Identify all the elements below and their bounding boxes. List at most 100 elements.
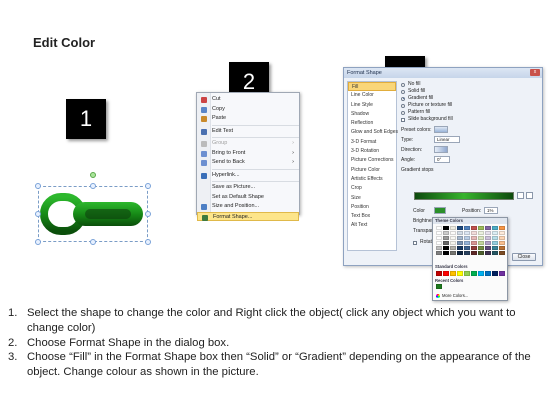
color-swatch[interactable] [470,250,478,256]
color-swatch[interactable] [477,235,485,241]
color-swatch[interactable] [477,250,485,256]
color-swatch[interactable] [449,226,457,231]
nav-item-3-d-rotation[interactable]: 3-D Rotation [348,147,396,156]
dialog-close-button[interactable]: x [530,69,540,76]
color-swatch[interactable] [498,240,506,246]
color-swatch[interactable] [491,250,499,256]
direction-dropdown[interactable] [434,146,448,153]
color-swatch[interactable] [436,250,443,256]
color-swatch[interactable] [456,230,464,236]
fill-option-gradient-fill[interactable]: Gradient fill [400,95,540,102]
color-swatch[interactable] [470,226,478,231]
nav-item-artistic-effects[interactable]: Artistic Effects [348,175,396,184]
color-swatch[interactable] [498,245,506,251]
color-swatch[interactable] [436,230,443,236]
color-swatch[interactable] [449,250,457,256]
color-swatch[interactable] [470,235,478,241]
color-swatch[interactable] [463,235,471,241]
color-swatch[interactable] [477,245,485,251]
standard-color-swatch[interactable] [491,271,499,276]
fill-option-pattern-fill[interactable]: Pattern fill [400,109,540,116]
standard-color-swatch[interactable] [463,271,471,276]
remove-stop-button[interactable] [526,192,533,199]
resize-handle-tr[interactable] [145,183,151,189]
color-swatch[interactable] [436,245,443,251]
menu-item-hyperlink[interactable]: Hyperlink... [197,171,299,181]
standard-color-swatch[interactable] [442,271,450,276]
color-swatch[interactable] [463,245,471,251]
standard-color-swatch[interactable] [477,271,485,276]
color-swatch[interactable] [442,240,450,246]
color-picker-button[interactable] [434,207,446,214]
color-swatch[interactable] [477,240,485,246]
nav-item-picture-corrections[interactable]: Picture Corrections [348,156,396,165]
color-swatch[interactable] [491,240,499,246]
recent-color-swatch[interactable] [436,284,443,289]
fill-option-picture-or-texture-fill[interactable]: Picture or texture fill [400,102,540,109]
standard-color-swatch[interactable] [456,271,464,276]
fill-option-solid-fill[interactable]: Solid fill [400,88,540,95]
color-swatch[interactable] [484,240,492,246]
fill-option-slide-background-fill[interactable]: Slide background fill [400,116,540,123]
color-swatch[interactable] [477,226,485,231]
color-swatch[interactable] [470,230,478,236]
resize-handle-bl[interactable] [35,239,41,245]
nav-item-3-d-format[interactable]: 3-D Format [348,138,396,147]
color-swatch[interactable] [436,240,443,246]
color-swatch[interactable] [449,230,457,236]
standard-color-swatch[interactable] [449,271,457,276]
color-swatch[interactable] [484,250,492,256]
color-swatch[interactable] [477,230,485,236]
resize-handle-tl[interactable] [35,183,41,189]
menu-item-bring-to-front[interactable]: Bring to Front › [197,149,299,159]
color-swatch[interactable] [442,245,450,251]
gradient-bar[interactable] [414,192,514,200]
color-swatch[interactable] [436,235,443,241]
color-swatch[interactable] [449,235,457,241]
nav-item-picture-color[interactable]: Picture Color [348,166,396,175]
menu-item-paste[interactable]: Paste [197,114,299,124]
resize-handle-br[interactable] [145,239,151,245]
nav-item-fill[interactable]: Fill [348,82,396,92]
add-stop-button[interactable] [517,192,524,199]
color-swatch[interactable] [491,245,499,251]
nav-item-size[interactable]: Size [348,194,396,203]
resize-handle-tm[interactable] [90,183,96,189]
standard-color-swatch[interactable] [470,271,478,276]
color-swatch[interactable] [463,226,471,231]
color-swatch[interactable] [470,240,478,246]
nav-item-reflection[interactable]: Reflection [348,119,396,128]
type-dropdown[interactable]: Linear [434,136,460,143]
menu-item-size-and-position[interactable]: Size and Position... [197,202,299,212]
position-input[interactable]: 1% [484,207,498,214]
color-swatch[interactable] [498,250,506,256]
nav-item-text-box[interactable]: Text Box [348,212,396,221]
color-swatch[interactable] [442,226,450,231]
fill-option-no-fill[interactable]: No fill [400,81,540,88]
menu-item-edit-text[interactable]: Edit Text [197,127,299,137]
color-swatch[interactable] [456,226,464,231]
angle-input[interactable]: 0° [434,156,450,163]
menu-item-copy[interactable]: Copy [197,105,299,115]
nav-item-glow-and-soft-edges[interactable]: Glow and Soft Edges [348,128,398,137]
menu-item-save-as-picture[interactable]: Save as Picture... [197,183,299,193]
color-swatch[interactable] [498,230,506,236]
color-swatch[interactable] [491,230,499,236]
color-swatch[interactable] [436,226,443,231]
dialog-close-action-button[interactable]: Close [512,253,536,261]
color-swatch[interactable] [463,230,471,236]
nav-item-line-color[interactable]: Line Color [348,91,396,100]
preset-colors-dropdown[interactable] [434,126,448,133]
color-swatch[interactable] [484,245,492,251]
color-swatch[interactable] [442,230,450,236]
menu-item-set-as-default-shape[interactable]: Set as Default Shape [197,193,299,203]
nav-item-alt-text[interactable]: Alt Text [348,221,396,230]
standard-color-swatch[interactable] [498,271,506,276]
color-swatch[interactable] [456,250,464,256]
color-swatch[interactable] [498,226,506,231]
rotation-handle[interactable] [90,172,96,178]
standard-color-swatch[interactable] [436,271,443,276]
resize-handle-mr[interactable] [145,211,151,217]
menu-item-cut[interactable]: Cut [197,95,299,105]
resize-handle-bm[interactable] [90,239,96,245]
